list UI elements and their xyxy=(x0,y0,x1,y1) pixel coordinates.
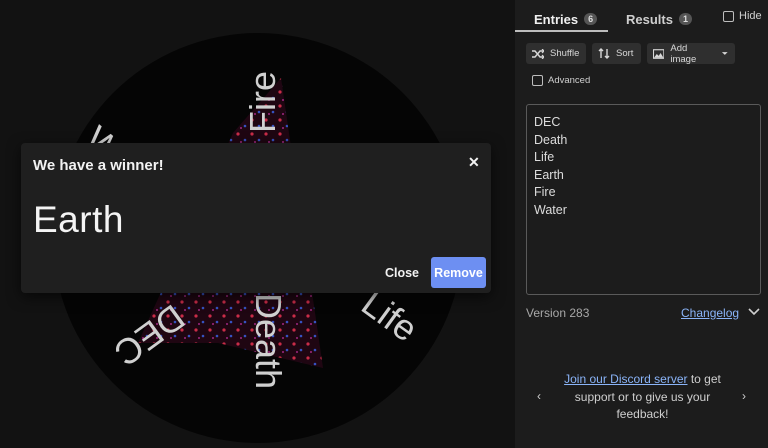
changelog-link[interactable]: Changelog xyxy=(681,306,739,320)
entry-line: Fire xyxy=(534,185,556,200)
discord-link[interactable]: Join our Discord server xyxy=(564,372,687,386)
close-button[interactable]: Close xyxy=(379,258,425,288)
winner-dialog: We have a winner! ✕ Earth Close Remove xyxy=(21,143,491,293)
chevron-down-icon[interactable] xyxy=(748,307,760,317)
sort-label: Sort xyxy=(616,48,634,59)
tab-label: Results xyxy=(626,11,673,27)
chevron-left-icon[interactable]: ‹ xyxy=(537,389,541,403)
entries-count-badge: 6 xyxy=(584,13,598,25)
hide-label: Hide xyxy=(739,10,762,22)
entry-line: Water xyxy=(534,202,567,217)
add-image-label: Add image xyxy=(670,42,697,65)
side-panel: Entries 6 Results 1 Hide Shuffle Sort Ad… xyxy=(515,0,768,448)
close-icon[interactable]: ✕ xyxy=(468,154,480,171)
results-count-badge: 1 xyxy=(678,13,692,25)
tab-entries[interactable]: Entries 6 xyxy=(534,8,598,30)
version-label: Version 283 xyxy=(526,306,590,320)
shuffle-icon xyxy=(532,48,544,59)
app-window: Fire Life Death DEC Water Entries 6 Resu… xyxy=(0,0,768,448)
remove-button[interactable]: Remove xyxy=(431,257,486,288)
shuffle-button[interactable]: Shuffle xyxy=(526,43,586,64)
winner-name: Earth xyxy=(33,199,124,240)
advanced-checkbox[interactable]: Advanced xyxy=(532,75,590,86)
entry-line: DEC xyxy=(534,115,561,129)
discord-message: Join our Discord server to get support o… xyxy=(550,371,735,424)
tab-results[interactable]: Results 1 xyxy=(626,8,692,30)
wheel-slice-label: Death xyxy=(248,293,289,389)
image-icon xyxy=(653,48,665,59)
tab-label: Entries xyxy=(534,11,579,27)
advanced-label: Advanced xyxy=(548,75,591,86)
dialog-title: We have a winner! xyxy=(33,157,164,174)
entry-line: Life xyxy=(534,150,555,165)
caret-down-icon xyxy=(722,52,729,55)
active-tab-indicator xyxy=(515,30,608,32)
sort-button[interactable]: Sort xyxy=(592,43,641,64)
wheel-slice-label: Fire xyxy=(242,71,283,133)
entry-line: Earth xyxy=(534,167,564,182)
chevron-right-icon[interactable]: › xyxy=(742,389,746,403)
checkbox-icon[interactable] xyxy=(532,75,543,86)
checkbox-icon[interactable] xyxy=(723,10,734,22)
sort-icon xyxy=(598,48,610,59)
hide-checkbox[interactable]: Hide xyxy=(723,10,762,22)
add-image-button[interactable]: Add image xyxy=(647,42,735,65)
entries-textarea[interactable]: DEC Death Life Earth Fire Water xyxy=(526,104,761,295)
shuffle-label: Shuffle xyxy=(550,48,580,59)
entry-line: Death xyxy=(534,132,568,147)
